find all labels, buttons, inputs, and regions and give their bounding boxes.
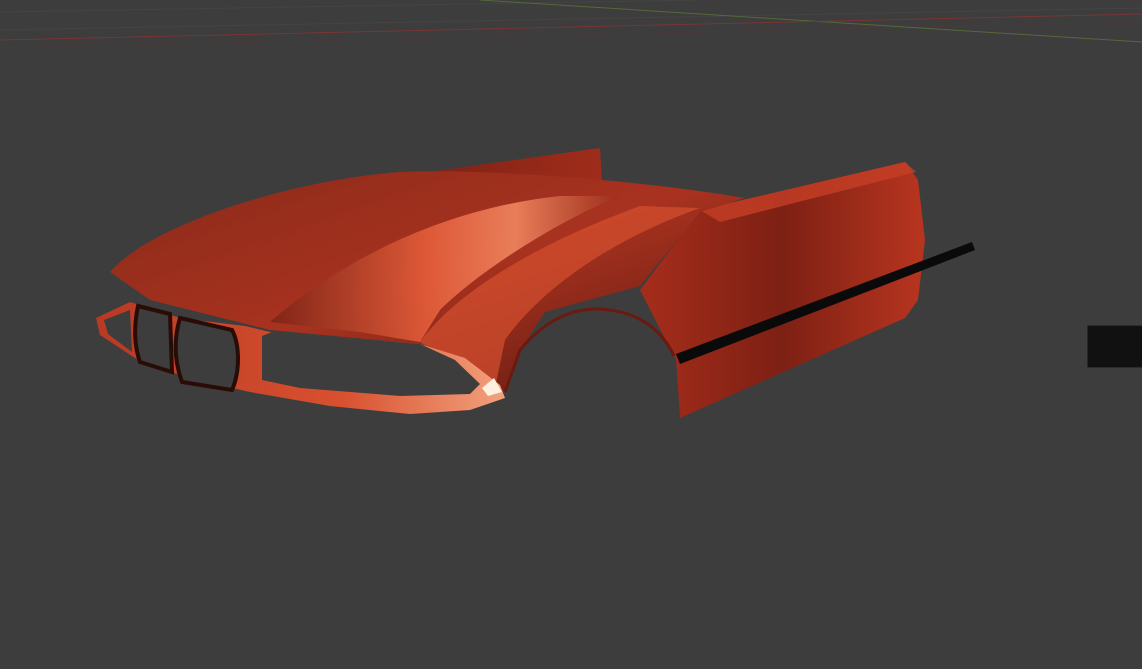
kidney-grille-right (173, 315, 240, 393)
3d-cursor-icon (1087, 325, 1142, 368)
3d-cursor[interactable] (851, 12, 1142, 368)
3d-viewport[interactable] (0, 0, 1142, 669)
kidney-grille-left (133, 303, 175, 375)
grid-line (0, 0, 701, 13)
car-body-mesh[interactable] (96, 148, 975, 418)
